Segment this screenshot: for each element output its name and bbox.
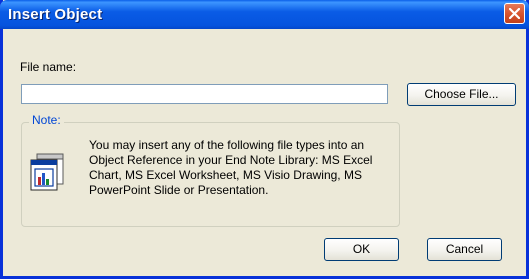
ok-button[interactable]: OK: [324, 238, 399, 261]
file-name-label: File name:: [20, 60, 77, 74]
note-text: You may insert any of the following file…: [89, 138, 373, 197]
file-name-input[interactable]: [21, 84, 388, 104]
note-legend: Note:: [29, 113, 64, 127]
object-document-icon: [29, 152, 69, 192]
choose-file-button[interactable]: Choose File...: [407, 83, 516, 106]
insert-object-dialog: Insert Object File name: Choose File... …: [0, 0, 529, 279]
window-title: Insert Object: [8, 6, 103, 23]
cancel-button[interactable]: Cancel: [427, 238, 502, 261]
close-button[interactable]: [504, 3, 525, 24]
title-bar[interactable]: Insert Object: [0, 0, 529, 29]
close-icon: [509, 8, 520, 19]
